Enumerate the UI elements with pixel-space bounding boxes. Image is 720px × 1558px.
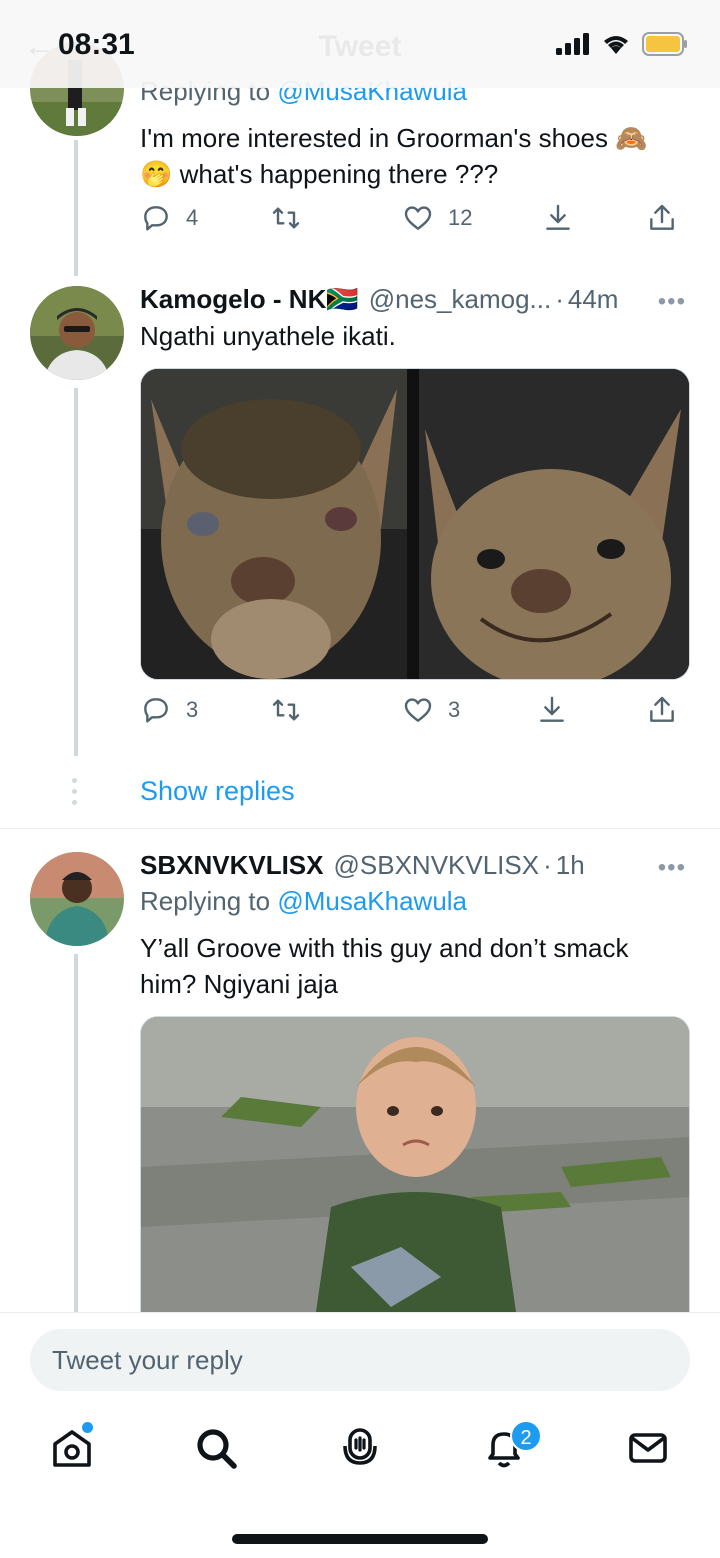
- like-button[interactable]: 3: [402, 694, 460, 726]
- divider: [0, 828, 720, 829]
- avatar[interactable]: [30, 852, 124, 946]
- separator: ·: [555, 284, 564, 314]
- tweet-header: Kamogelo - NK🇿🇦 @nes_kamog... · 44m: [140, 284, 690, 315]
- separator: ·: [543, 850, 552, 880]
- dog-meme-image: [141, 369, 689, 679]
- tweet-text-line: Y’all Groove with this guy and don’t sma…: [140, 933, 629, 963]
- reply-icon: [144, 206, 168, 231]
- display-name[interactable]: Kamogelo - NK🇿🇦: [140, 284, 359, 315]
- thread-ellipsis: [72, 778, 77, 805]
- bookmark-button[interactable]: [542, 202, 574, 234]
- crying-child-image: [141, 1017, 689, 1345]
- like-count: 3: [448, 697, 461, 722]
- retweet-icon: [272, 699, 300, 721]
- tab-search[interactable]: [192, 1424, 240, 1472]
- show-replies-link[interactable]: Show replies: [140, 776, 295, 807]
- reply-input[interactable]: [30, 1329, 690, 1391]
- tweet-text-line: I'm more interested in Groorman's shoes …: [140, 123, 648, 153]
- tab-spaces[interactable]: [336, 1424, 384, 1472]
- tab-messages[interactable]: [624, 1424, 672, 1472]
- signal-icon: [556, 33, 589, 55]
- share-button[interactable]: [646, 202, 678, 234]
- tweet-actions: 4 12: [140, 202, 685, 242]
- more-icon[interactable]: •••: [658, 288, 686, 316]
- reply-button[interactable]: 4: [140, 202, 198, 234]
- reply-icon: [144, 698, 168, 723]
- tweet-actions: 3 3: [140, 694, 685, 734]
- like-count: 12: [448, 205, 473, 230]
- home-unread-dot: [82, 1422, 93, 1433]
- retweet-button[interactable]: [270, 202, 302, 234]
- retweet-button[interactable]: [270, 694, 302, 726]
- status-bar: ← Tweet 08:31: [0, 0, 720, 88]
- replying-to-label: Replying to: [140, 886, 271, 916]
- tweet-text: I'm more interested in Groorman's shoes …: [140, 120, 680, 192]
- bookmark-button[interactable]: [536, 694, 568, 726]
- status-icons: [556, 32, 688, 56]
- tweet-detail-screen: ← Tweet 08:31 Replying to @MusaKhawula I…: [0, 0, 720, 1558]
- tweet-text: Y’all Groove with this guy and don’t sma…: [140, 930, 680, 1002]
- share-button[interactable]: [646, 694, 678, 726]
- username[interactable]: @nes_kamog...: [369, 284, 551, 315]
- share-icon: [650, 696, 674, 722]
- like-button[interactable]: 12: [402, 202, 472, 234]
- search-icon: [197, 1429, 237, 1469]
- thread-line: [74, 140, 78, 276]
- tweet-text-line: him? Ngiyani jaja: [140, 969, 338, 999]
- share-icon: [650, 204, 674, 230]
- thread-line: [74, 388, 78, 756]
- tweet-header: SBXNVKVLISX @SBXNVKVLISX · 1h: [140, 850, 690, 881]
- replying-to: Replying to @MusaKhawula: [140, 886, 467, 917]
- bookmark-icon: [546, 204, 570, 230]
- like-icon: [404, 206, 432, 230]
- reply-count: 3: [186, 697, 199, 722]
- replying-to-handle[interactable]: @MusaKhawula: [277, 886, 467, 916]
- notifications-badge: 2: [510, 1420, 542, 1452]
- tweet-image[interactable]: [140, 1016, 690, 1346]
- tweet-image[interactable]: [140, 368, 690, 680]
- thread-line: [74, 954, 78, 1312]
- spaces-icon: [343, 1428, 377, 1465]
- tweet-text: Ngathi unyathele ikati.: [140, 321, 396, 351]
- reply-count: 4: [186, 205, 199, 230]
- like-icon: [404, 698, 432, 722]
- more-icon[interactable]: •••: [658, 854, 686, 882]
- messages-icon: [629, 1433, 667, 1463]
- bottom-tab-bar: [0, 1404, 720, 1494]
- timestamp[interactable]: 1h: [556, 850, 585, 881]
- username[interactable]: @SBXNVKVLISX: [334, 850, 540, 881]
- status-time: 08:31: [58, 28, 135, 61]
- display-name[interactable]: SBXNVKVLISX: [140, 850, 324, 881]
- tweet-text-line: 🤭 what's happening there ???: [140, 159, 499, 189]
- timestamp[interactable]: 44m: [568, 284, 619, 315]
- reply-button[interactable]: 3: [140, 694, 198, 726]
- home-indicator[interactable]: [232, 1534, 488, 1544]
- wifi-icon: [604, 36, 628, 54]
- retweet-icon: [272, 207, 300, 229]
- battery-icon: [642, 32, 687, 56]
- bookmark-icon: [540, 696, 564, 722]
- avatar[interactable]: [30, 286, 124, 380]
